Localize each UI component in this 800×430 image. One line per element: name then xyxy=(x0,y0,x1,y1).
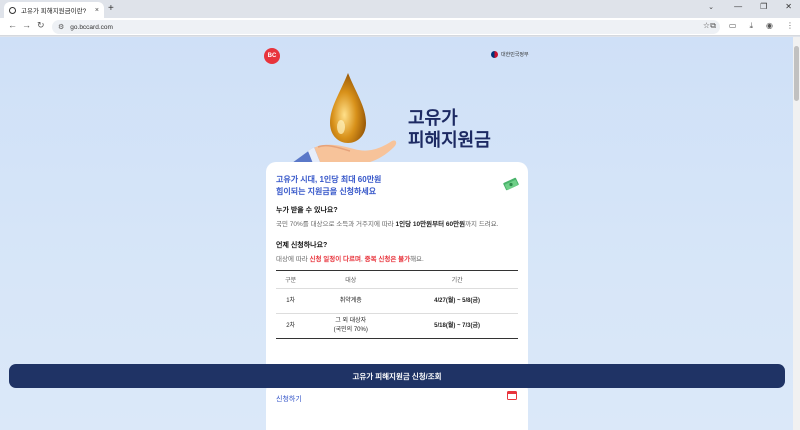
table-row: 1차 취약계층 4/27(월) ~ 5/8(금) xyxy=(276,288,518,314)
apply-button[interactable]: 고유가 피해지원금 신청/조회 xyxy=(9,364,785,388)
favicon-icon xyxy=(9,6,16,14)
apply-card-label: 신청하기 xyxy=(276,396,302,403)
back-icon[interactable]: ← xyxy=(8,20,17,30)
tab-search-icon[interactable]: ⌄ xyxy=(708,3,714,11)
intro-line-1: 고유가 시대, 1인당 최대 60만원 xyxy=(276,175,382,184)
tab-close-icon[interactable]: × xyxy=(95,7,99,14)
taegeuk-icon xyxy=(491,51,498,58)
profile-icon[interactable]: ◉ xyxy=(766,21,773,31)
answer-who: 국민 70%를 대상으로 소득과 거주지에 따라 1인당 10만원부터 60만원… xyxy=(276,221,499,228)
close-window-icon[interactable]: ✕ xyxy=(785,2,792,11)
toolbar-icons: ⧉ ▭ ⤓ ◉ ⋮ xyxy=(710,21,794,31)
star-icon[interactable]: ☆ xyxy=(703,21,710,30)
title-line-2: 피해지원금 xyxy=(408,130,491,150)
calendar-icon xyxy=(507,391,517,400)
title-line-1: 고유가 xyxy=(408,108,458,128)
question-who: 누가 받을 수 있나요? xyxy=(276,207,338,214)
tab-strip: 고유가 피해지원금이란? × + ⌄ — ❐ ✕ xyxy=(0,0,800,18)
intro-line-2: 힘이되는 지원금을 신청하세요 xyxy=(276,187,377,196)
col-target: 대상 xyxy=(305,270,397,289)
table-row: 2차 그 외 대상자 (국민의 70%) 5/18(월) ~ 7/3(금) xyxy=(276,313,518,339)
site-info-icon[interactable]: ⚙ xyxy=(58,23,64,31)
col-round: 구분 xyxy=(276,270,306,289)
tab-active[interactable]: 고유가 피해지원금이란? × xyxy=(4,2,104,18)
browser-toolbar: ← → ↻ ⚙ go.bccard.com ☆ ⧉ ▭ ⤓ ◉ ⋮ xyxy=(0,18,800,36)
window-controls: — ❐ ✕ xyxy=(734,2,792,11)
new-tab-button[interactable]: + xyxy=(108,3,114,14)
answer-when: 대상에 따라 신청 일정이 다르며, 중복 신청은 불가해요. xyxy=(276,256,424,263)
gov-label: 대한민국정부 xyxy=(501,52,529,58)
cast-icon[interactable]: ▭ xyxy=(729,21,737,31)
info-card: 고유가 시대, 1인당 최대 60만원 힘이되는 지원금을 신청하세요 누가 받… xyxy=(266,162,528,374)
extensions-icon[interactable]: ⧉ xyxy=(710,21,716,31)
bc-logo[interactable]: BC xyxy=(264,48,280,64)
money-icon xyxy=(503,177,519,191)
download-icon[interactable]: ⤓ xyxy=(749,21,753,31)
question-when: 언제 신청하나요? xyxy=(276,242,328,249)
minimize-icon[interactable]: — xyxy=(734,2,742,11)
tab-title: 고유가 피해지원금이란? xyxy=(21,8,87,15)
apply-card[interactable]: 신청하기 xyxy=(266,381,528,430)
maximize-icon[interactable]: ❐ xyxy=(760,2,767,11)
url-text: go.bccard.com xyxy=(70,23,113,31)
menu-icon[interactable]: ⋮ xyxy=(786,21,794,31)
gov-logo: 대한민국정부 xyxy=(491,51,529,58)
schedule-table: 구분 대상 기간 1차 취약계층 4/27(월) ~ 5/8(금) 2차 그 외… xyxy=(276,270,518,339)
col-period: 기간 xyxy=(396,270,518,289)
reload-icon[interactable]: ↻ xyxy=(37,20,45,31)
address-bar[interactable]: ⚙ go.bccard.com ☆ xyxy=(52,20,720,34)
scrollbar-thumb[interactable] xyxy=(794,46,799,101)
intro-text: 고유가 시대, 1인당 최대 60만원 힘이되는 지원금을 신청하세요 xyxy=(276,174,381,198)
forward-icon[interactable]: → xyxy=(22,20,31,30)
page-title: 고유가 피해지원금 xyxy=(408,107,491,151)
